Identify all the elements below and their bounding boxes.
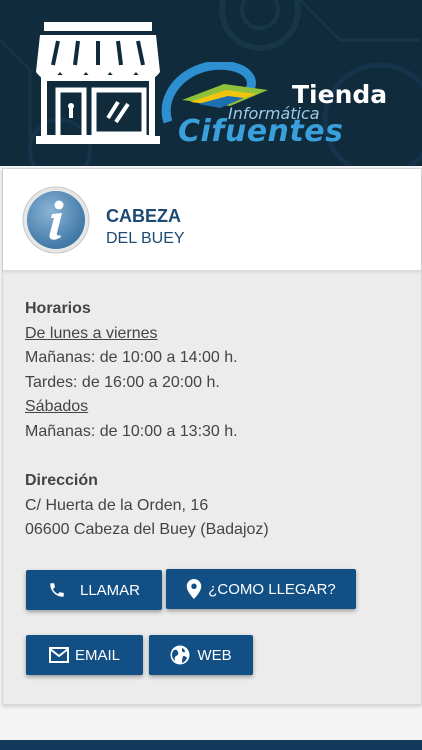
schedule-saturday-label: Sábados [25, 398, 89, 416]
address-line-1: C/ Huerta de la Orden, 16 [25, 496, 209, 514]
logo-tienda-label: Tienda [292, 80, 388, 109]
store-icon [36, 22, 160, 144]
web-button[interactable]: WEB [149, 635, 253, 675]
mail-icon [48, 647, 69, 663]
directions-button[interactable]: ¿COMO LLEGAR? [166, 569, 356, 609]
info-icon [22, 186, 90, 254]
call-button[interactable]: LLAMAR [26, 570, 162, 610]
schedule-weekdays-label: De lunes a viernes [25, 324, 158, 342]
phone-icon [48, 581, 66, 599]
address-line-2: 06600 Cabeza del Buey (Badajoz) [25, 521, 269, 539]
web-button-label: WEB [197, 646, 232, 664]
email-button[interactable]: EMAIL [26, 635, 143, 675]
directions-button-label: ¿COMO LLEGAR? [208, 580, 336, 598]
store-details: Horarios De lunes a viernes Mañanas: de … [25, 297, 405, 543]
address-heading: Dirección [25, 472, 98, 490]
store-subtitle: DEL BUEY [106, 230, 185, 247]
call-button-label: LLAMAR [79, 581, 141, 599]
app-header: Informática Cifuentes Tienda [0, 0, 422, 166]
globe-icon [170, 645, 190, 665]
store-card: CABEZA DEL BUEY Horarios De lunes a vier… [2, 168, 422, 705]
map-pin-icon [186, 579, 202, 599]
email-button-label: EMAIL [74, 646, 120, 664]
bottom-bar [0, 740, 422, 750]
store-title: CABEZA [106, 206, 181, 226]
schedule-weekdays-morning: Mañanas: de 10:00 a 14:00 h. [25, 349, 238, 367]
schedule-weekdays-afternoon: Tardes: de 16:00 a 20:00 h. [25, 373, 220, 391]
logo-brand-name: Cifuentes [178, 114, 344, 149]
store-card-header: CABEZA DEL BUEY [3, 169, 421, 270]
schedule-heading: Horarios [25, 300, 91, 317]
schedule-saturday-morning: Mañanas: de 10:00 a 13:30 h. [25, 422, 238, 440]
